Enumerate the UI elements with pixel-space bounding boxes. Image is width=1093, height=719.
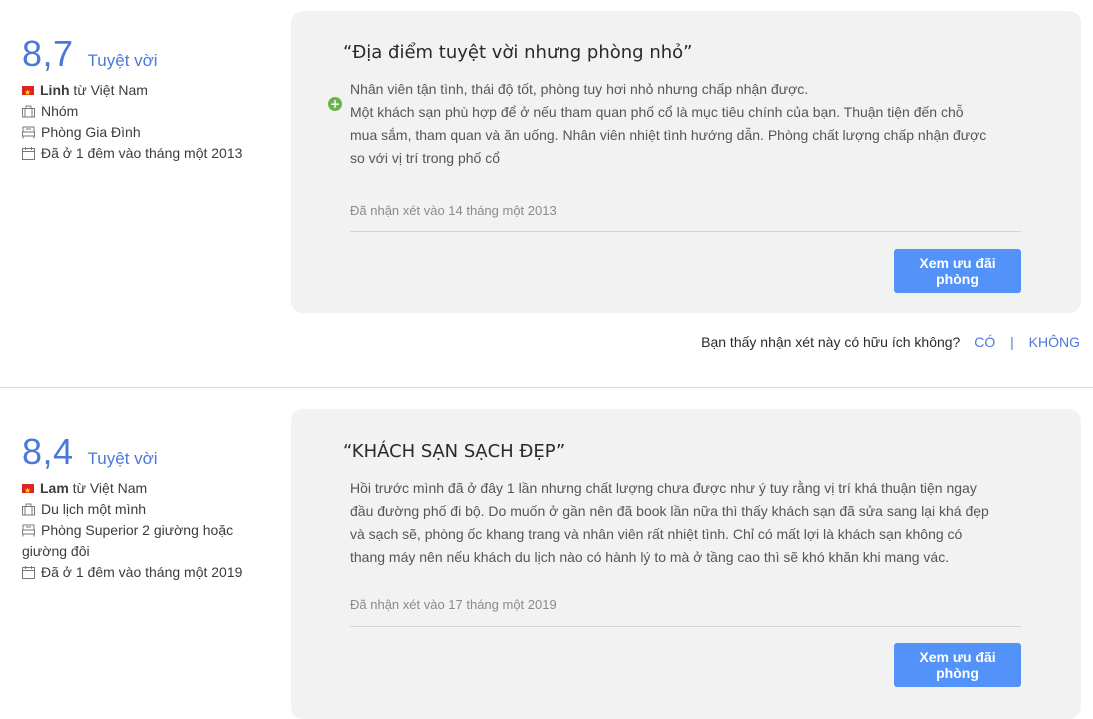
briefcase-icon (22, 105, 35, 118)
room-type-line: Phòng Gia Đình (22, 122, 277, 143)
card-divider (350, 626, 1021, 627)
calendar-icon (22, 566, 35, 579)
room-type-line: Phòng Superior 2 giường hoặc (22, 520, 277, 541)
score-row: 8,7 Tuyệt vời (22, 33, 277, 75)
review-score: 8,4 (22, 431, 74, 472)
review-body-line: Hồi trước mình đã ở đây 1 lần nhưng chất… (350, 480, 977, 496)
room-type: Phòng Gia Đình (41, 124, 141, 140)
review-score-text: Tuyệt vời (87, 51, 158, 70)
helpful-no-link[interactable]: KHÔNG (1029, 334, 1080, 350)
vietnam-flag-icon (22, 82, 34, 103)
reviewer-name: Lam (40, 480, 69, 496)
review-title: “KHÁCH SẠN SẠCH ĐẸP” (343, 441, 566, 462)
traveler-type: Nhóm (41, 103, 79, 119)
review-body-line: Một khách sạn phù hợp để ở nếu tham quan… (350, 104, 964, 120)
bed-icon (22, 126, 35, 139)
stay-info: Đã ở 1 đêm vào tháng một 2019 (41, 564, 243, 580)
traveler-type-line: Nhóm (22, 101, 277, 122)
stay-line: Đã ở 1 đêm vào tháng một 2013 (22, 143, 277, 164)
reviewer-line: Lam từ Việt Nam (22, 478, 277, 501)
reviewer-info: 8,4 Tuyệt vời Lam từ Việt Nam Du lịch mộ… (22, 431, 277, 583)
traveler-type-line: Du lịch một mình (22, 499, 277, 520)
review-divider (0, 387, 1093, 388)
room-type: Phòng Superior 2 giường hoặc (41, 522, 234, 538)
reviewer-line: Linh từ Việt Nam (22, 80, 277, 103)
room-type: giường đôi (22, 543, 90, 559)
review-score: 8,7 (22, 33, 74, 74)
review-card: “Địa điểm tuyệt vời nhưng phòng nhỏ” + N… (291, 11, 1081, 313)
stay-info: Đã ở 1 đêm vào tháng một 2013 (41, 145, 243, 161)
traveler-type: Du lịch một mình (41, 501, 147, 517)
score-row: 8,4 Tuyệt vời (22, 431, 277, 473)
calendar-icon (22, 147, 35, 160)
review-body: Hồi trước mình đã ở đây 1 lần nhưng chất… (350, 477, 1015, 569)
helpful-question: Bạn thấy nhận xét này có hữu ích không? (701, 334, 961, 350)
reviewer-info: 8,7 Tuyệt vời Linh từ Việt Nam Nhóm Phòn… (22, 33, 277, 164)
review-score-text: Tuyệt vời (87, 449, 158, 468)
reviewer-origin: từ Việt Nam (69, 82, 148, 98)
bed-icon (22, 524, 35, 537)
review-body-line: mua sắm, tham quan và ăn uống. Nhân viên… (350, 127, 987, 143)
review-body-line: và sạch sẽ, phòng ốc khang trang và nhân… (350, 526, 963, 542)
review-date: Đã nhận xét vào 17 tháng một 2019 (350, 597, 557, 612)
stay-line: Đã ở 1 đêm vào tháng một 2019 (22, 562, 277, 583)
review-title: “Địa điểm tuyệt vời nhưng phòng nhỏ” (343, 42, 693, 63)
review-body-line: thang máy nên nếu khách du lịch nào có h… (350, 549, 950, 565)
helpful-yes-link[interactable]: CÓ (974, 334, 995, 350)
review-item: 8,4 Tuyệt vời Lam từ Việt Nam Du lịch mộ… (0, 389, 1093, 719)
room-type-line-continued: giường đôi (22, 541, 277, 562)
view-room-deals-button[interactable]: Xem ưu đãi phòng (894, 643, 1021, 687)
vietnam-flag-icon (22, 480, 34, 501)
plus-circle-icon: + (328, 97, 342, 111)
reviewer-origin: từ Việt Nam (68, 480, 148, 496)
review-body-line: so với vị trí trong phố cổ (350, 150, 501, 166)
review-item: 8,7 Tuyệt vời Linh từ Việt Nam Nhóm Phòn… (0, 0, 1093, 388)
review-date: Đã nhận xét vào 14 tháng một 2013 (350, 203, 557, 218)
review-card: “KHÁCH SẠN SẠCH ĐẸP” Hồi trước mình đã ở… (291, 409, 1081, 719)
view-room-deals-button[interactable]: Xem ưu đãi phòng (894, 249, 1021, 293)
helpful-prompt: Bạn thấy nhận xét này có hữu ích không? … (701, 334, 1080, 350)
review-body: Nhân viên tận tình, thái độ tốt, phòng t… (350, 78, 1015, 170)
briefcase-icon (22, 503, 35, 516)
review-body-line: Nhân viên tận tình, thái độ tốt, phòng t… (350, 81, 809, 97)
review-body-line: đầu đường phố đi bộ. Do muốn ở gần nên đ… (350, 503, 989, 519)
reviewer-name: Linh (40, 82, 70, 98)
card-divider (350, 231, 1021, 232)
helpful-separator: | (1010, 334, 1014, 350)
